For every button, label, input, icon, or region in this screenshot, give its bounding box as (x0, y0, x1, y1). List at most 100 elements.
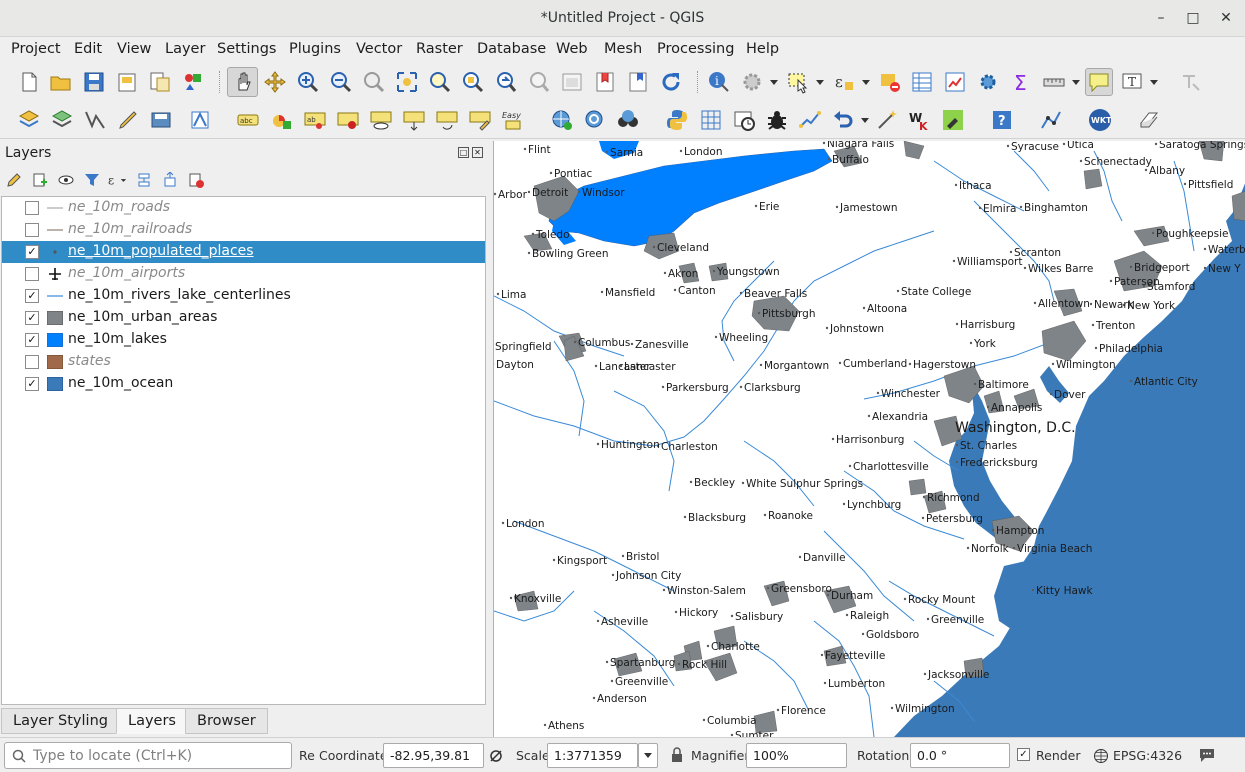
magic-wand-icon[interactable] (873, 106, 901, 134)
globe-icon[interactable] (1093, 748, 1109, 764)
layer-row[interactable]: states (2, 351, 485, 373)
menu-raster[interactable]: Raster (416, 41, 463, 57)
toolbox-icon[interactable] (974, 68, 1002, 96)
wkt-icon[interactable]: WKT (1086, 106, 1114, 134)
zoom-to-layer-icon[interactable] (459, 68, 487, 96)
highlight-labels-icon[interactable] (334, 106, 362, 134)
rotate-label-icon[interactable] (433, 106, 461, 134)
refresh-icon[interactable] (657, 68, 685, 96)
zoom-to-selection-icon[interactable] (426, 68, 454, 96)
new-print-layout-icon[interactable] (113, 68, 141, 96)
minimize-icon[interactable]: – (1151, 8, 1171, 28)
open-project-icon[interactable] (47, 68, 75, 96)
help-icon[interactable]: ? (988, 106, 1016, 134)
search-web-service-icon[interactable] (581, 106, 609, 134)
data-source-manager-icon[interactable] (15, 106, 43, 134)
label-icon[interactable]: abc (234, 106, 262, 134)
python-console-icon[interactable] (663, 106, 691, 134)
dropdown-arrow[interactable] (1072, 80, 1080, 85)
layer-row[interactable]: ✓ ne_10m_lakes (2, 329, 485, 351)
pan-to-selection-icon[interactable] (261, 68, 289, 96)
text-annotation-icon[interactable]: T (1118, 68, 1146, 96)
layer-row[interactable]: ne_10m_roads (2, 197, 485, 219)
save-edits-icon[interactable] (147, 106, 175, 134)
pan-map-icon[interactable] (227, 67, 258, 97)
layer-row[interactable]: ✓ ne_10m_ocean (2, 373, 485, 395)
layer-row[interactable]: ✓ ne_10m_urban_areas (2, 307, 485, 329)
layout-manager-icon[interactable] (146, 68, 174, 96)
dropdown-arrow[interactable] (816, 80, 824, 85)
tab-layers[interactable]: Layers (116, 708, 188, 734)
layer-row[interactable]: ne_10m_railroads (2, 219, 485, 241)
add-wms-icon[interactable] (548, 106, 576, 134)
dropdown-arrow[interactable] (770, 80, 778, 85)
layer-row[interactable]: ✓ ne_10m_populated_places (2, 241, 485, 263)
grid-icon[interactable] (697, 106, 725, 134)
crs-label[interactable]: EPSG:4326 (1113, 748, 1182, 763)
rotation-field[interactable]: 0.0 ° (910, 743, 1010, 768)
eraser-icon[interactable] (1135, 106, 1163, 134)
layer-visibility-checkbox[interactable] (25, 267, 39, 281)
zoom-out-icon[interactable] (327, 68, 355, 96)
menu-view[interactable]: View (117, 41, 151, 57)
menu-plugins[interactable]: Plugins (289, 41, 341, 57)
menu-web[interactable]: Web (556, 41, 588, 57)
manage-visibility-icon[interactable] (56, 170, 76, 190)
zoom-last-icon[interactable] (492, 68, 520, 96)
select-features-icon[interactable] (784, 68, 812, 96)
measure-icon[interactable] (1040, 68, 1068, 96)
style-manager-icon[interactable] (179, 68, 207, 96)
save-project-icon[interactable] (80, 68, 108, 96)
scale-field[interactable]: 1:3771359 (547, 743, 638, 768)
coordinate-field[interactable]: -82.95,39.81 (383, 743, 484, 768)
layer-row[interactable]: ✓ ne_10m_rivers_lake_centerlines (2, 285, 485, 307)
menu-processing[interactable]: Processing (657, 41, 734, 57)
collapse-all-icon[interactable] (160, 170, 180, 190)
deselect-features-icon[interactable] (876, 68, 904, 96)
annotation-disabled-icon[interactable] (1177, 68, 1205, 96)
pin-labels-icon[interactable]: ab (301, 106, 329, 134)
locator-search-field[interactable]: Type to locate (Ctrl+K) (4, 742, 292, 769)
tab-browser[interactable]: Browser (185, 708, 268, 734)
new-map-view-icon[interactable] (558, 68, 586, 96)
messages-icon[interactable] (1198, 747, 1216, 763)
zoom-in-icon[interactable] (294, 68, 322, 96)
remove-layer-icon[interactable] (186, 170, 206, 190)
zoom-next-icon[interactable] (525, 68, 553, 96)
layer-visibility-checkbox[interactable] (25, 355, 39, 369)
layer-visibility-checkbox[interactable]: ✓ (25, 377, 39, 391)
layer-visibility-checkbox[interactable]: ✓ (25, 245, 39, 259)
add-group-icon[interactable] (30, 170, 50, 190)
change-label-icon[interactable] (466, 106, 494, 134)
coordinate-mode-icon[interactable] (488, 748, 504, 764)
layer-visibility-checkbox[interactable] (25, 223, 39, 237)
menu-settings[interactable]: Settings (217, 41, 276, 57)
digitizer-plugin-icon[interactable] (939, 106, 967, 134)
debug-bug-icon[interactable] (763, 106, 791, 134)
digitize-icon[interactable] (81, 106, 109, 134)
menu-layer[interactable]: Layer (165, 41, 205, 57)
close-icon[interactable]: ✕ (1216, 8, 1236, 28)
edit-pencil-icon[interactable] (114, 106, 142, 134)
layer-visibility-checkbox[interactable] (25, 201, 39, 215)
move-label-icon[interactable] (400, 106, 428, 134)
maximize-icon[interactable]: □ (1183, 8, 1203, 28)
render-checkbox[interactable]: ✓ (1017, 748, 1030, 761)
layer-visibility-checkbox[interactable]: ✓ (25, 311, 39, 325)
dropdown-arrow[interactable] (861, 118, 869, 123)
magnifier-field[interactable]: 100% (746, 743, 847, 768)
temporal-controller-icon[interactable] (730, 106, 758, 134)
metasearch-icon[interactable] (614, 106, 642, 134)
menu-mesh[interactable]: Mesh (604, 41, 642, 57)
menu-edit[interactable]: Edit (74, 41, 102, 57)
field-calculator-icon[interactable]: Σ (1007, 68, 1035, 96)
map-tips-icon[interactable] (1085, 68, 1113, 96)
expand-all-icon[interactable] (134, 170, 154, 190)
map-canvas[interactable]: Flint Sarnia London Niagara Falls Buffalo Syr… (493, 141, 1245, 737)
filter-by-expression-icon[interactable]: ε (108, 170, 128, 190)
filter-legend-icon[interactable] (82, 170, 102, 190)
menu-help[interactable]: Help (746, 41, 779, 57)
coordinate-capture-icon[interactable] (1037, 106, 1065, 134)
zoom-full-icon[interactable] (393, 68, 421, 96)
identify-icon[interactable]: i (705, 68, 733, 96)
